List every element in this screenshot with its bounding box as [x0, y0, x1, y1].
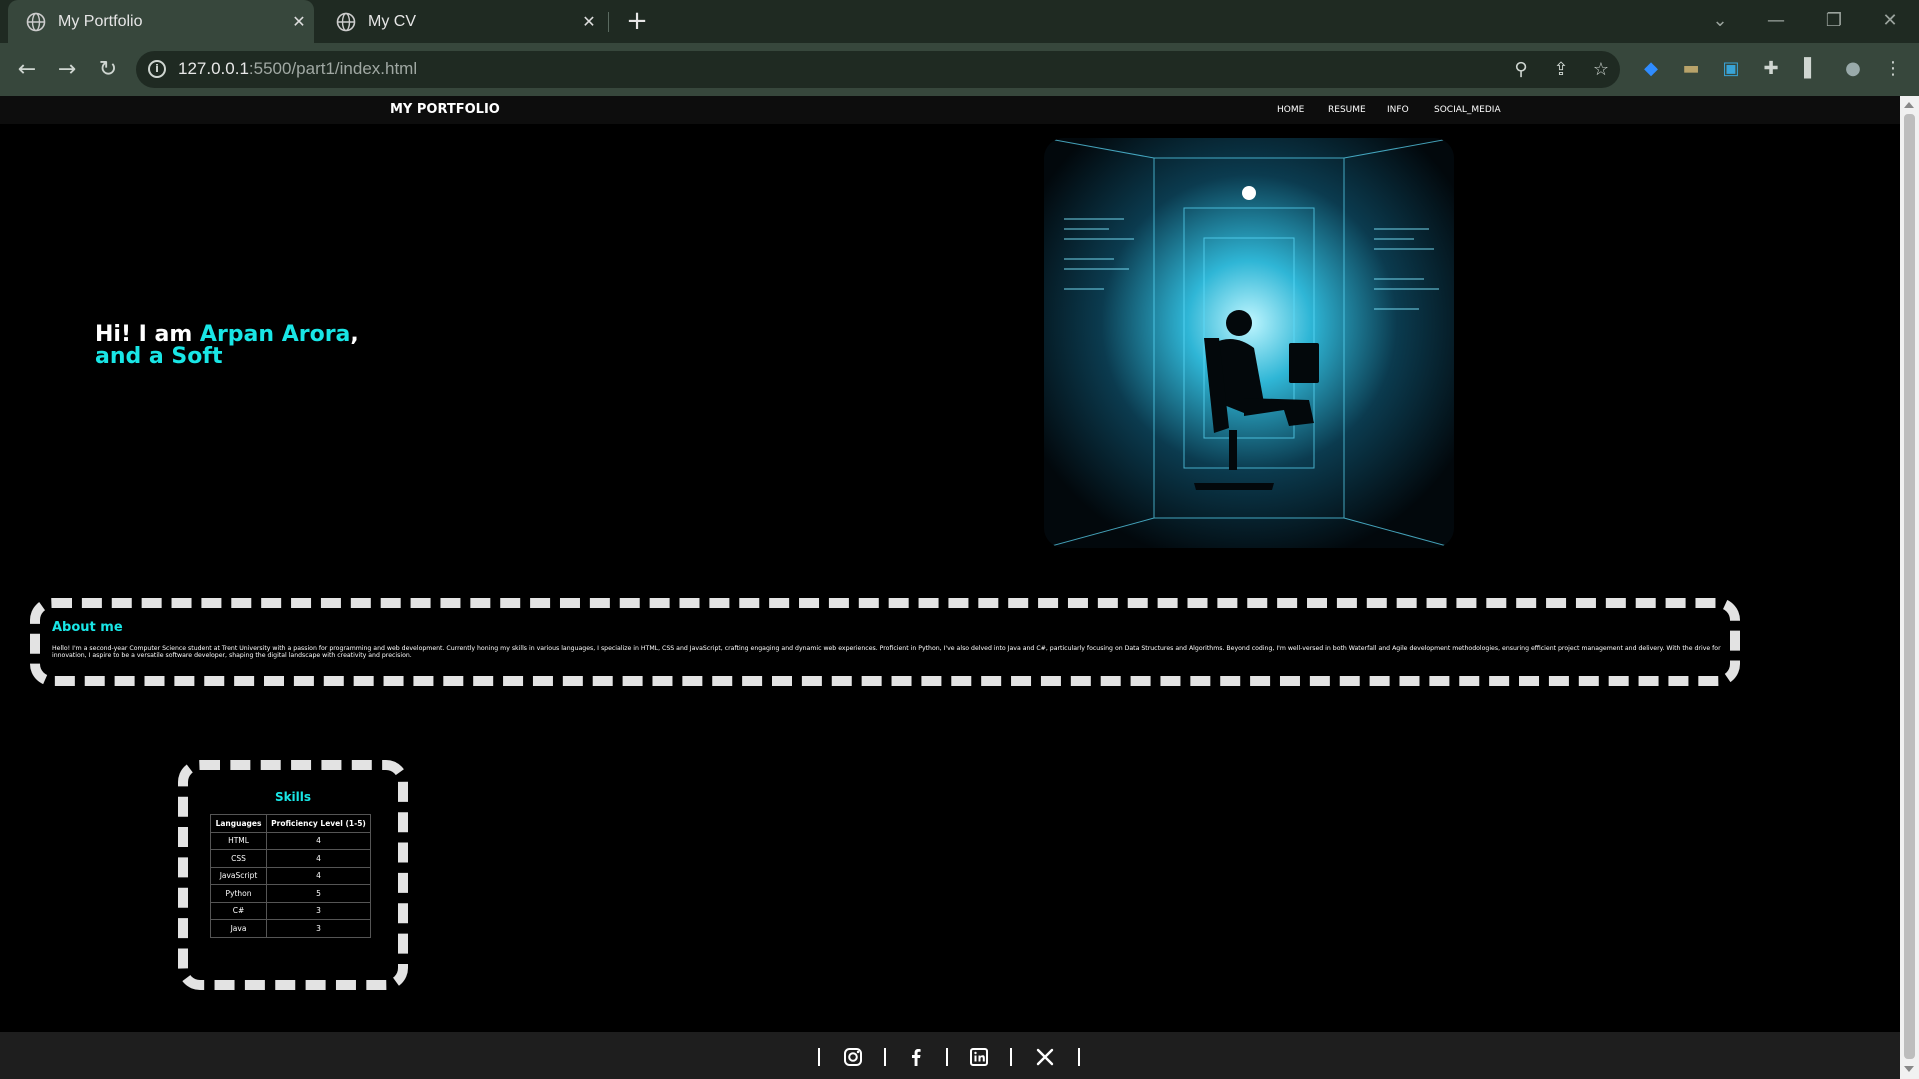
- language-cell: Python: [210, 884, 267, 903]
- back-arrow-icon[interactable]: ←: [10, 53, 44, 87]
- hero-greeting: Hi! I am Arpan Arora, and a Soft: [95, 324, 359, 368]
- site-brand[interactable]: MY PORTFOLIO: [390, 102, 500, 117]
- scroll-up-icon[interactable]: [1904, 102, 1914, 108]
- column-header: Languages: [210, 814, 267, 833]
- about-section: About me Hello! I'm a second-year Comput…: [30, 598, 1740, 686]
- footer-divider: [818, 1048, 820, 1066]
- level-cell: 4: [266, 866, 371, 885]
- new-tab-button[interactable]: +: [622, 6, 652, 36]
- footer-divider: [1078, 1048, 1080, 1066]
- url-text: 127.0.0.1:5500/part1/index.html: [178, 59, 417, 79]
- forward-arrow-icon[interactable]: →: [50, 53, 84, 87]
- browser-toolbar: ← → ↻ i 127.0.0.1:5500/part1/index.html …: [0, 43, 1919, 96]
- table-row: Java 3: [210, 919, 371, 938]
- profile-avatar-icon[interactable]: ●: [1840, 56, 1866, 82]
- level-cell: 5: [266, 884, 371, 903]
- tab-title: My Portfolio: [58, 12, 143, 30]
- scroll-down-icon[interactable]: [1904, 1066, 1914, 1072]
- tab-strip: My Portfolio ✕ My CV ✕ + ⌄ — ❐ ✕: [0, 0, 1919, 43]
- site-info-icon[interactable]: i: [148, 60, 166, 78]
- level-cell: 4: [266, 849, 371, 868]
- instagram-icon[interactable]: [842, 1046, 864, 1068]
- minimize-icon[interactable]: —: [1756, 6, 1796, 36]
- table-row: Python 5: [210, 884, 371, 903]
- table-row: CSS 4: [210, 849, 371, 868]
- level-cell: 4: [266, 831, 371, 850]
- footer-divider: [1010, 1048, 1012, 1066]
- hero-coder-illustration: [1044, 138, 1454, 548]
- nav-info-link[interactable]: INFO: [1387, 105, 1409, 115]
- tab-search-chevron-icon[interactable]: ⌄: [1700, 6, 1740, 36]
- page-scrollbar[interactable]: [1900, 96, 1919, 1079]
- menu-kebab-icon[interactable]: ⋮: [1880, 56, 1906, 82]
- restore-icon[interactable]: ❐: [1814, 6, 1854, 36]
- language-cell: CSS: [210, 849, 267, 868]
- skills-table: Languages Proficiency Level (1-5) HTML 4 …: [210, 814, 371, 938]
- globe-icon: [26, 12, 46, 31]
- nav-home-link[interactable]: HOME: [1277, 105, 1304, 115]
- greeting-comma: ,: [350, 322, 359, 347]
- extension-gem-icon[interactable]: ◆: [1638, 56, 1664, 82]
- zoom-icon[interactable]: ⚲: [1510, 59, 1532, 81]
- address-bar[interactable]: i 127.0.0.1:5500/part1/index.html ⚲ ⇪ ☆: [136, 51, 1620, 88]
- facebook-icon[interactable]: [905, 1046, 927, 1068]
- skills-section: Skills Languages Proficiency Level (1-5)…: [178, 760, 408, 990]
- table-row: HTML 4: [210, 831, 371, 850]
- close-tab-icon[interactable]: ✕: [574, 12, 604, 32]
- table-row: C# 3: [210, 901, 371, 920]
- extension-translate-icon[interactable]: ▣: [1718, 56, 1744, 82]
- browser-window: My Portfolio ✕ My CV ✕ + ⌄ — ❐ ✕ ← → ↻ i…: [0, 0, 1919, 1079]
- share-icon[interactable]: ⇪: [1550, 59, 1572, 81]
- extension-hat-icon[interactable]: ▬: [1678, 56, 1704, 82]
- nav-social-media-link[interactable]: SOCIAL_MEDIA: [1434, 105, 1501, 115]
- url-host: 127.0.0.1: [178, 59, 249, 78]
- tab-separator: [608, 12, 609, 32]
- footer-divider: [946, 1048, 948, 1066]
- scrollbar-thumb[interactable]: [1904, 114, 1915, 1059]
- about-heading: About me: [52, 620, 123, 635]
- close-tab-icon[interactable]: ✕: [284, 12, 314, 32]
- level-cell: 3: [266, 901, 371, 920]
- footer-divider: [884, 1048, 886, 1066]
- about-paragraph: Hello! I'm a second-year Computer Scienc…: [52, 645, 1721, 659]
- language-cell: HTML: [210, 831, 267, 850]
- close-window-icon[interactable]: ✕: [1870, 6, 1910, 36]
- side-panel-icon[interactable]: ▌: [1798, 56, 1824, 82]
- language-cell: C#: [210, 901, 267, 920]
- language-cell: JavaScript: [210, 866, 267, 885]
- x-twitter-icon[interactable]: [1034, 1046, 1056, 1068]
- linkedin-icon[interactable]: [968, 1046, 990, 1068]
- page-viewport: MY PORTFOLIO HOME RESUME INFO SOCIAL_MED…: [0, 96, 1900, 1079]
- bookmark-star-icon[interactable]: ☆: [1590, 59, 1612, 81]
- greeting-name: Arpan Arora: [199, 322, 351, 347]
- language-cell: Java: [210, 919, 267, 938]
- site-navbar: MY PORTFOLIO HOME RESUME INFO SOCIAL_MED…: [0, 96, 1900, 124]
- url-path: :5500/part1/index.html: [248, 59, 418, 78]
- reload-icon[interactable]: ↻: [91, 53, 125, 87]
- globe-icon: [336, 12, 356, 31]
- table-row: JavaScript 4: [210, 866, 371, 885]
- column-header: Proficiency Level (1-5): [266, 814, 371, 833]
- nav-resume-link[interactable]: RESUME: [1328, 105, 1366, 115]
- skills-heading: Skills: [274, 790, 312, 804]
- tab-my-cv[interactable]: My CV ✕: [318, 0, 604, 43]
- table-header-row: Languages Proficiency Level (1-5): [210, 814, 371, 833]
- site-footer: [0, 1032, 1900, 1079]
- tab-title: My CV: [368, 12, 416, 30]
- greeting-typed-line: and a Soft: [95, 344, 223, 369]
- level-cell: 3: [266, 919, 371, 938]
- tab-my-portfolio[interactable]: My Portfolio ✕: [8, 0, 314, 43]
- extensions-puzzle-icon[interactable]: ✚: [1758, 56, 1784, 82]
